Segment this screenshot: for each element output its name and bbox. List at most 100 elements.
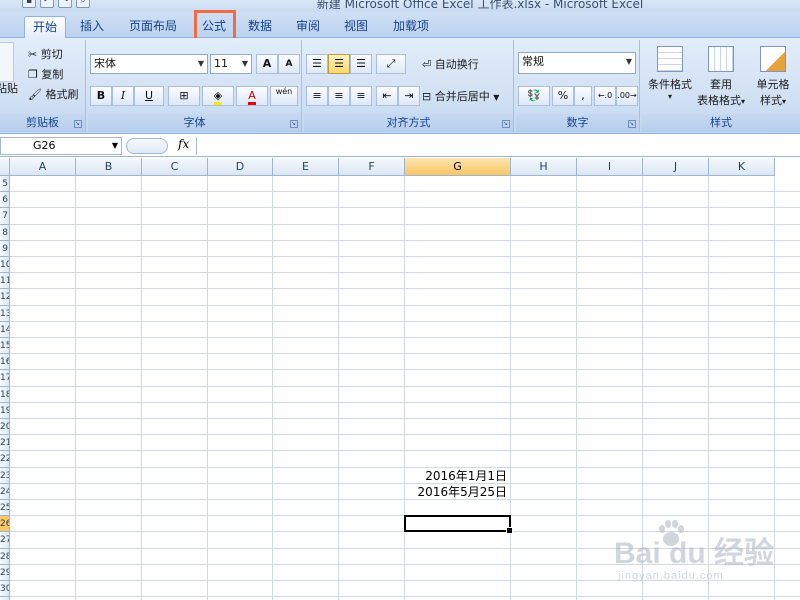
underline-button[interactable]: U bbox=[134, 86, 164, 106]
wrap-text-button[interactable]: ⏎ 自动换行 bbox=[422, 56, 479, 72]
align-center-button[interactable]: ≡ bbox=[328, 86, 350, 106]
tab-data[interactable]: 数据 bbox=[240, 16, 280, 38]
align-center-icon: ≡ bbox=[334, 89, 344, 102]
tab-page-layout[interactable]: 页面布局 bbox=[122, 16, 184, 38]
paste-button[interactable]: 粘贴 bbox=[0, 80, 18, 96]
cell-g23[interactable]: 2016年1月1日 bbox=[405, 468, 507, 484]
row-header[interactable]: 5 bbox=[0, 176, 10, 193]
column-header-J[interactable]: J bbox=[643, 158, 709, 176]
column-header-C[interactable]: C bbox=[142, 158, 208, 176]
row-header[interactable]: 10 bbox=[0, 257, 10, 274]
row-header[interactable]: 26 bbox=[0, 516, 10, 533]
tab-home[interactable]: 开始 bbox=[24, 16, 66, 38]
format-as-table-button[interactable]: 套用 表格格式▾ bbox=[696, 44, 746, 114]
row-header[interactable]: 12 bbox=[0, 289, 10, 306]
align-bottom-button[interactable]: ☰ bbox=[350, 54, 372, 74]
grid-row-line bbox=[10, 207, 800, 209]
column-header-K[interactable]: K bbox=[709, 158, 775, 176]
merge-center-button[interactable]: ⊟ 合并后居中 ▼ bbox=[422, 88, 499, 104]
column-header-D[interactable]: D bbox=[208, 158, 273, 176]
format-painter-button[interactable]: 🖌 格式刷 bbox=[28, 86, 78, 102]
select-all-corner[interactable] bbox=[0, 158, 10, 176]
decrease-decimal-button[interactable]: .00→ bbox=[616, 86, 638, 106]
row-header[interactable]: 18 bbox=[0, 386, 10, 403]
comma-button[interactable]: , bbox=[574, 86, 592, 106]
shrink-font-button[interactable]: A bbox=[278, 54, 300, 74]
column-header-G[interactable]: G bbox=[405, 158, 511, 176]
name-box[interactable]: G26 ▼ bbox=[0, 137, 122, 155]
number-launcher-icon[interactable]: ↘ bbox=[628, 120, 636, 128]
row-header[interactable]: 11 bbox=[0, 273, 10, 290]
increase-decimal-button[interactable]: ←.0 bbox=[594, 86, 616, 106]
row-header[interactable]: 8 bbox=[0, 224, 10, 241]
paste-icon[interactable] bbox=[0, 42, 14, 82]
align-top-button[interactable]: ☰ bbox=[306, 54, 328, 74]
font-name-select[interactable]: 宋体 ▼ bbox=[90, 54, 208, 74]
column-header-A[interactable]: A bbox=[10, 158, 76, 176]
row-header[interactable]: 25 bbox=[0, 500, 10, 517]
column-header-H[interactable]: H bbox=[511, 158, 577, 176]
cell-g24[interactable]: 2016年5月25日 bbox=[405, 484, 507, 500]
alignment-group: ☰ ☰ ☰ ⤢ ⏎ 自动换行 ≡ ≡ ≡ ⇤ ⇥ ⊟ 合并后居中 ▼ 对齐方式 … bbox=[304, 40, 514, 132]
border-button[interactable]: ⊞ bbox=[168, 86, 200, 106]
tab-insert[interactable]: 插入 bbox=[72, 16, 112, 38]
copy-button[interactable]: ❐ 复制 bbox=[28, 66, 63, 82]
grid-row-line bbox=[10, 434, 800, 436]
percent-button[interactable]: % bbox=[552, 86, 574, 106]
row-header[interactable]: 22 bbox=[0, 451, 10, 468]
orientation-button[interactable]: ⤢ bbox=[376, 54, 406, 74]
wrap-text-icon: ⏎ bbox=[422, 58, 432, 71]
row-header[interactable]: 16 bbox=[0, 354, 10, 371]
active-cell-g26[interactable] bbox=[404, 515, 513, 535]
font-launcher-icon[interactable]: ↘ bbox=[290, 120, 298, 128]
align-left-button[interactable]: ≡ bbox=[306, 86, 328, 106]
fill-color-button[interactable]: ◈ bbox=[202, 86, 234, 106]
cut-button[interactable]: ✂ 剪切 bbox=[28, 46, 63, 62]
row-header[interactable]: 20 bbox=[0, 419, 10, 436]
row-header[interactable]: 27 bbox=[0, 532, 10, 549]
decrease-indent-button[interactable]: ⇤ bbox=[376, 86, 398, 106]
row-header[interactable]: 28 bbox=[0, 548, 10, 565]
tab-view[interactable]: 视图 bbox=[336, 16, 376, 38]
chevron-down-icon: ▼ bbox=[241, 59, 248, 68]
increase-indent-button[interactable]: ⇥ bbox=[398, 86, 420, 106]
row-header[interactable]: 17 bbox=[0, 370, 10, 387]
row-header[interactable]: 23 bbox=[0, 467, 10, 484]
formula-bar-splitter[interactable] bbox=[126, 138, 168, 154]
row-header[interactable]: 9 bbox=[0, 240, 10, 257]
row-header[interactable]: 13 bbox=[0, 305, 10, 322]
tab-addins[interactable]: 加载项 bbox=[386, 16, 436, 38]
row-header[interactable]: 6 bbox=[0, 192, 10, 209]
column-header-E[interactable]: E bbox=[273, 158, 339, 176]
tab-review[interactable]: 审阅 bbox=[288, 16, 328, 38]
column-header-F[interactable]: F bbox=[339, 158, 405, 176]
formula-input[interactable] bbox=[196, 137, 800, 155]
font-size-select[interactable]: 11 ▼ bbox=[210, 54, 252, 74]
insert-function-icon[interactable]: fx bbox=[178, 137, 189, 151]
copy-icon: ❐ bbox=[28, 68, 38, 81]
bold-button[interactable]: B bbox=[90, 86, 112, 106]
row-header[interactable]: 14 bbox=[0, 321, 10, 338]
row-header[interactable]: 21 bbox=[0, 435, 10, 452]
chevron-down-icon: ▼ bbox=[493, 93, 500, 102]
alignment-launcher-icon[interactable]: ↘ bbox=[502, 120, 510, 128]
row-header[interactable]: 7 bbox=[0, 208, 10, 225]
row-header[interactable]: 15 bbox=[0, 338, 10, 355]
italic-button[interactable]: I bbox=[112, 86, 134, 106]
cell-styles-button[interactable]: 单元格 样式▾ bbox=[748, 44, 798, 114]
accounting-format-button[interactable]: 💱 bbox=[518, 86, 550, 106]
conditional-format-button[interactable]: 条件格式 ▾ bbox=[646, 44, 694, 114]
row-header[interactable]: 29 bbox=[0, 564, 10, 581]
row-header[interactable]: 24 bbox=[0, 483, 10, 500]
column-header-B[interactable]: B bbox=[76, 158, 142, 176]
clipboard-launcher-icon[interactable]: ↘ bbox=[74, 120, 82, 128]
number-format-select[interactable]: 常规 ▼ bbox=[518, 52, 636, 74]
row-header[interactable]: 19 bbox=[0, 402, 10, 419]
row-header[interactable]: 30 bbox=[0, 581, 10, 598]
align-right-button[interactable]: ≡ bbox=[350, 86, 372, 106]
align-middle-button[interactable]: ☰ bbox=[328, 54, 350, 74]
font-color-button[interactable]: A bbox=[236, 86, 268, 106]
column-header-I[interactable]: I bbox=[577, 158, 643, 176]
grow-font-button[interactable]: A bbox=[256, 54, 278, 74]
phonetic-button[interactable]: wén bbox=[270, 86, 298, 106]
